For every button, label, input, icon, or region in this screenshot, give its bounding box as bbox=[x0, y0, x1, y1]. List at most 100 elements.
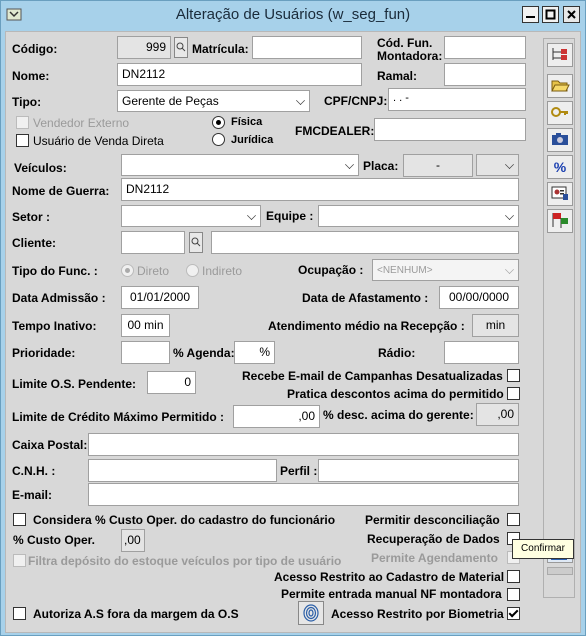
considera-custo-label: Considera % Custo Oper. do cadastro do f… bbox=[33, 513, 336, 527]
cliente-code-input[interactable] bbox=[121, 231, 185, 254]
search-icon bbox=[176, 42, 186, 52]
cliente-search-button[interactable] bbox=[189, 232, 203, 253]
desc-gerente-field: ,00 bbox=[476, 403, 519, 426]
perfil-input[interactable] bbox=[318, 459, 519, 482]
permite-nf-montadora-checkbox[interactable] bbox=[507, 588, 520, 601]
percent-button[interactable]: % bbox=[547, 155, 573, 179]
codigo-field: 999 bbox=[117, 36, 171, 59]
key-button[interactable] bbox=[547, 101, 573, 125]
pratica-descontos-label: Pratica descontos acima do permitido bbox=[287, 387, 504, 401]
fisica-radio[interactable] bbox=[212, 116, 225, 129]
camera-button[interactable] bbox=[547, 128, 573, 152]
flags-button[interactable] bbox=[547, 209, 573, 233]
cod-fun-montadora-input[interactable] bbox=[444, 36, 526, 59]
minimize-button[interactable] bbox=[522, 6, 539, 23]
tipo-label: Tipo: bbox=[12, 95, 42, 109]
cliente-name-input[interactable] bbox=[211, 231, 519, 254]
ramal-label: Ramal: bbox=[377, 69, 418, 83]
open-folder-button[interactable] bbox=[547, 74, 573, 98]
codigo-label: Código: bbox=[12, 42, 58, 56]
chevron-down-icon bbox=[505, 211, 514, 220]
cnh-label: C.N.H. : bbox=[12, 464, 56, 478]
nome-guerra-input[interactable]: DN2112 bbox=[121, 178, 519, 201]
id-card-icon bbox=[551, 186, 568, 200]
close-button[interactable] bbox=[563, 6, 580, 23]
search-icon bbox=[191, 237, 201, 247]
tipo-func-label: Tipo do Func. : bbox=[12, 264, 98, 278]
radio-input[interactable] bbox=[444, 341, 519, 364]
window-title: Alteração de Usuários (w_seg_fun) bbox=[175, 6, 411, 23]
setor-select[interactable] bbox=[121, 205, 261, 227]
recebe-email-checkbox[interactable] bbox=[507, 369, 520, 382]
data-afastamento-input[interactable]: 00/00/0000 bbox=[439, 286, 519, 309]
custo-oper-field: ,00 bbox=[121, 529, 145, 552]
acesso-biometria-checkbox[interactable] bbox=[507, 607, 520, 620]
limite-credito-input[interactable]: ,00 bbox=[233, 405, 320, 428]
prioridade-label: Prioridade: bbox=[12, 346, 76, 360]
fingerprint-icon bbox=[303, 604, 319, 622]
data-admissao-label: Data Admissão : bbox=[12, 291, 106, 305]
tipo-select[interactable]: Gerente de Peças bbox=[117, 90, 310, 112]
pratica-descontos-checkbox[interactable] bbox=[507, 387, 520, 400]
email-label: E-mail: bbox=[12, 488, 53, 502]
equipe-select[interactable] bbox=[318, 205, 519, 227]
juridica-radio[interactable] bbox=[212, 133, 225, 146]
vendedor-externo-checkbox bbox=[16, 116, 29, 129]
cpf-cnpj-input[interactable]: . . - bbox=[388, 88, 526, 111]
email-input[interactable] bbox=[88, 483, 519, 506]
nome-input[interactable]: DN2112 bbox=[117, 63, 362, 86]
placa-input: - bbox=[403, 154, 473, 177]
matricula-label: Matrícula: bbox=[192, 42, 249, 56]
recebe-email-label: Recebe E-mail de Campanhas Desatualizada… bbox=[242, 369, 503, 383]
data-afastamento-label: Data de Afastamento : bbox=[302, 291, 429, 305]
minimize-icon bbox=[526, 16, 535, 18]
ramal-input[interactable] bbox=[444, 63, 526, 86]
data-admissao-input[interactable]: 01/01/2000 bbox=[121, 286, 199, 309]
caixa-postal-input[interactable] bbox=[88, 433, 519, 456]
permitir-desconciliacao-checkbox[interactable] bbox=[507, 513, 520, 526]
biometria-button[interactable] bbox=[298, 601, 324, 625]
tree-button[interactable] bbox=[547, 43, 573, 67]
maximize-icon bbox=[545, 9, 556, 20]
cnh-input[interactable] bbox=[88, 459, 277, 482]
caixa-postal-label: Caixa Postal: bbox=[12, 438, 88, 452]
acesso-restrito-material-checkbox[interactable] bbox=[507, 570, 520, 583]
side-toolbar: % bbox=[543, 38, 575, 598]
id-card-button[interactable] bbox=[547, 182, 573, 206]
indireto-radio bbox=[186, 264, 199, 277]
chevron-down-icon bbox=[247, 211, 256, 220]
radio-label: Rádio: bbox=[378, 346, 416, 360]
tempo-inativo-input[interactable]: 00 min bbox=[121, 314, 170, 337]
filtra-deposito-checkbox bbox=[13, 554, 26, 567]
considera-custo-checkbox[interactable] bbox=[13, 513, 26, 526]
cod-fun-montadora-label: Cód. Fun. Montadora: bbox=[377, 36, 443, 63]
agenda-label: % Agenda: bbox=[173, 346, 235, 360]
setor-label: Setor : bbox=[12, 210, 51, 224]
ocupacao-select: <NENHUM> bbox=[372, 259, 519, 281]
extra-toolbar-button[interactable] bbox=[547, 567, 573, 575]
codigo-search-button[interactable] bbox=[174, 37, 188, 58]
chevron-down-icon bbox=[296, 96, 305, 105]
maximize-button[interactable] bbox=[542, 6, 559, 23]
nome-guerra-label: Nome de Guerra: bbox=[12, 184, 110, 198]
matricula-input[interactable] bbox=[252, 36, 362, 59]
filtra-deposito-label: Filtra depósito do estoque veículos por … bbox=[28, 554, 342, 568]
desc-gerente-label: % desc. acima do gerente: bbox=[323, 408, 474, 422]
veiculos-select[interactable] bbox=[121, 154, 359, 176]
fisica-label: Física bbox=[231, 116, 263, 128]
acesso-biometria-label: Acesso Restrito por Biometria bbox=[331, 607, 504, 621]
limite-os-input[interactable]: 0 bbox=[147, 371, 196, 394]
custo-oper-label: % Custo Oper. bbox=[13, 533, 96, 547]
percent-icon: % bbox=[553, 159, 567, 175]
agenda-input[interactable]: % bbox=[234, 341, 275, 364]
ocupacao-select-value: <NENHUM> bbox=[377, 265, 433, 276]
prioridade-input[interactable] bbox=[121, 341, 170, 364]
fmcdealer-input[interactable] bbox=[374, 118, 526, 141]
usuario-venda-direta-checkbox[interactable] bbox=[16, 134, 29, 147]
permite-agendamento-label: Permite Agendamento bbox=[371, 551, 498, 565]
fmcdealer-label: FMCDEALER: bbox=[295, 124, 375, 138]
permitir-desconciliacao-label: Permitir desconciliação bbox=[365, 513, 500, 527]
acesso-restrito-material-label: Acesso Restrito ao Cadastro de Material bbox=[274, 570, 505, 584]
placa-uf-select bbox=[476, 154, 519, 176]
autoriza-as-checkbox[interactable] bbox=[13, 607, 26, 620]
